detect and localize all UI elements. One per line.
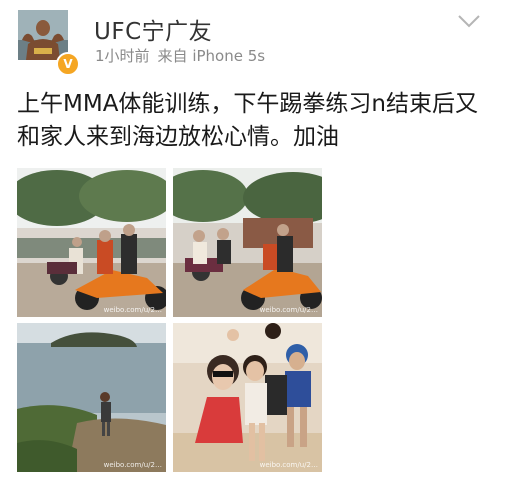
post-photo-scooters-2[interactable]: weibo.com/u/2… <box>173 168 322 317</box>
post-source[interactable]: 来自 iPhone 5s <box>158 47 266 65</box>
post-meta: 1小时前 来自 iPhone 5s <box>95 45 265 66</box>
post-photo-seaside[interactable]: weibo.com/u/2… <box>17 323 166 472</box>
post-text: 上午MMA体能训练，下午踢拳练习n结束后又和家人来到海边放松心情。加油 <box>17 91 478 150</box>
chevron-down-icon[interactable] <box>456 12 482 30</box>
verified-badge-icon: V <box>56 52 80 76</box>
weibo-post-card: V UFC宁广友 1小时前 来自 iPhone 5s 上午MMA体能训练，下午踢拳… <box>0 0 522 486</box>
post-photo-group-selfie[interactable]: weibo.com/u/2… <box>173 323 322 472</box>
post-photo-scooters-1[interactable]: weibo.com/u/2… <box>17 168 166 317</box>
avatar[interactable] <box>18 10 68 60</box>
photo-watermark: weibo.com/u/2… <box>103 461 162 469</box>
photo-watermark: weibo.com/u/2… <box>103 306 162 314</box>
photo-watermark: weibo.com/u/2… <box>259 461 318 469</box>
post-time: 1小时前 <box>95 47 150 65</box>
username[interactable]: UFC宁广友 <box>94 12 212 46</box>
photo-watermark: weibo.com/u/2… <box>259 306 318 314</box>
